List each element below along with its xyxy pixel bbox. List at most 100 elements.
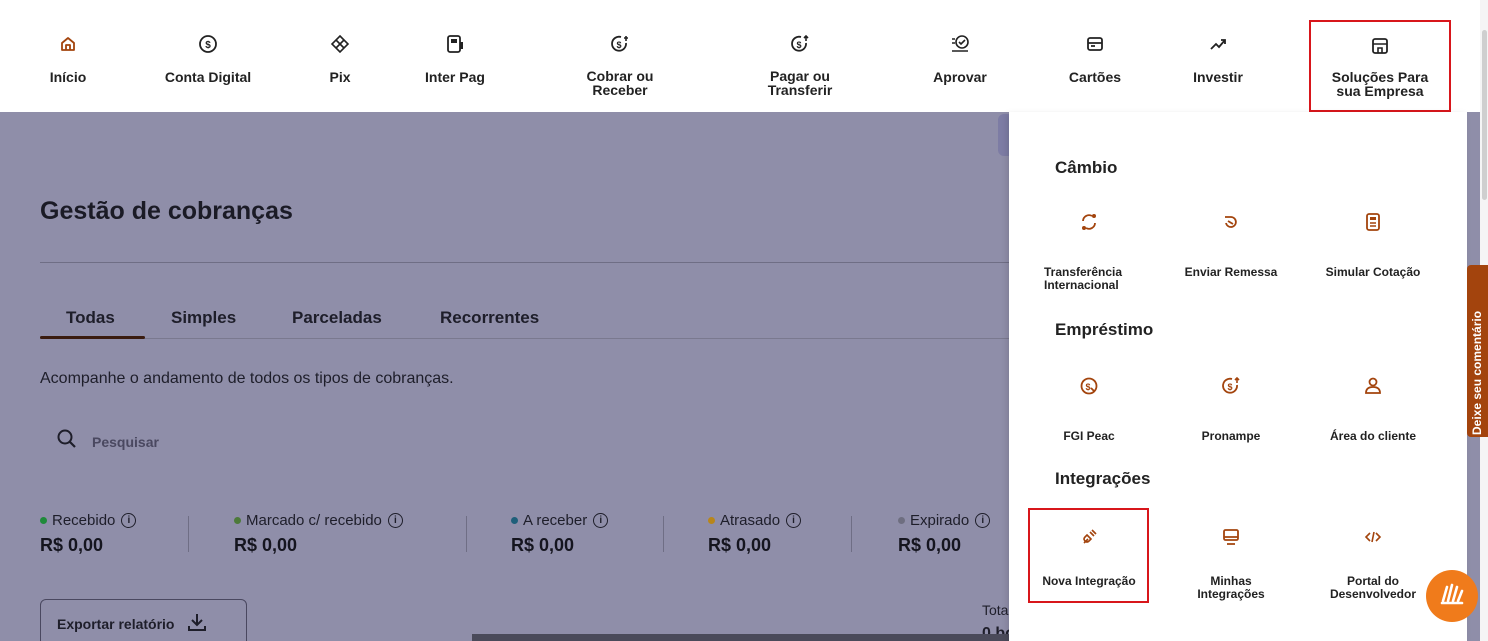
dollar-circle-icon: $	[198, 34, 218, 54]
stat-divider	[188, 516, 189, 552]
stat-value: R$ 0,00	[708, 535, 772, 555]
stat-label: Atrasado	[720, 512, 781, 529]
scrollbar-thumb[interactable]	[1482, 30, 1487, 200]
search-placeholder: Pesquisar	[92, 433, 159, 450]
nav-label: Aprovar	[933, 69, 987, 85]
card-icon	[1085, 34, 1105, 54]
svg-text:$: $	[616, 40, 621, 50]
nav-pix[interactable]: Pix	[310, 0, 370, 112]
stat-value: R$ 0,00	[511, 535, 575, 555]
tab-todas[interactable]: Todas	[66, 308, 115, 328]
nav-investir[interactable]: Investir	[1178, 0, 1258, 112]
tab-simples[interactable]: Simples	[171, 308, 236, 328]
nav-aprovar[interactable]: Aprovar	[920, 0, 1000, 112]
trend-up-icon	[1208, 34, 1228, 54]
menu-item-label: Enviar Remessa	[1184, 265, 1278, 279]
svg-text:$: $	[205, 40, 211, 51]
nav-inter-pag[interactable]: Inter Pag	[415, 0, 495, 112]
menu-item-minhas-integracoes[interactable]: Minhas Integrações	[1166, 527, 1296, 601]
export-report-button[interactable]: Exportar relatório	[40, 599, 247, 641]
menu-item-enviar-remessa[interactable]: Enviar Remessa	[1166, 212, 1296, 292]
svg-text:$: $	[796, 40, 801, 50]
stat-label: A receber	[523, 512, 588, 529]
store-icon	[1370, 36, 1390, 56]
stat-divider	[851, 516, 852, 552]
pos-terminal-icon	[445, 34, 465, 54]
nav-pagar-transferir[interactable]: $ Pagar ou Transferir	[745, 0, 855, 112]
nav-label: Cobrar ou Receber	[587, 69, 654, 97]
menu-item-label: Simular Cotação	[1325, 265, 1421, 279]
active-tab-indicator	[40, 336, 145, 339]
nav-cobrar-receber[interactable]: $ Cobrar ou Receber	[565, 0, 675, 112]
section-title-cambio: Câmbio	[1055, 158, 1118, 177]
stat-value: R$ 0,00	[40, 535, 104, 555]
info-icon[interactable]: i	[593, 513, 609, 528]
info-icon[interactable]: i	[786, 513, 802, 528]
menu-item-simular-cotacao[interactable]: Simular Cotação	[1308, 212, 1438, 292]
nav-label: Pagar ou Transferir	[768, 69, 833, 97]
nav-cartoes[interactable]: Cartões	[1055, 0, 1135, 112]
nav-inicio[interactable]: Início	[38, 0, 98, 112]
menu-item-label: FGI Peac	[1063, 429, 1115, 443]
exchange-icon	[1079, 212, 1099, 232]
menu-item-pronampe[interactable]: $ Pronampe	[1166, 376, 1296, 446]
menu-item-nova-integracao[interactable]: Nova Integração	[1024, 527, 1154, 597]
page-title: Gestão de cobranças	[40, 197, 293, 225]
tabs-divider	[40, 338, 1030, 339]
receive-money-icon: $	[610, 34, 630, 54]
user-icon	[1363, 376, 1383, 396]
nav-solucoes-empresa[interactable]: Soluções Para sua Empresa	[1309, 20, 1451, 112]
stat-expirado: Expirado i R$ 0,00	[898, 512, 991, 556]
svg-text:$: $	[1085, 382, 1090, 392]
status-dot	[708, 517, 715, 524]
nav-label: Conta Digital	[164, 69, 252, 85]
feedback-tab[interactable]: Deixe seu comentário	[1467, 265, 1488, 437]
info-icon[interactable]: i	[121, 513, 137, 528]
chat-assistant-button[interactable]	[1426, 570, 1478, 622]
menu-item-fgi-peac[interactable]: $ FGI Peac	[1024, 376, 1154, 446]
nav-label: Inter Pag	[425, 69, 485, 85]
feedback-label: Deixe seu comentário	[1470, 310, 1484, 435]
stat-label: Recebido	[52, 512, 116, 529]
nav-label: Soluções Para sua Empresa	[1332, 70, 1429, 98]
search-field[interactable]: Pesquisar	[56, 428, 159, 455]
stat-divider	[466, 516, 467, 552]
nav-conta-digital[interactable]: $ Conta Digital	[148, 0, 268, 112]
section-title-integracoes: Integrações	[1055, 469, 1151, 488]
menu-item-label: Transferência Internacional	[1024, 266, 1154, 292]
info-icon[interactable]: i	[975, 513, 991, 528]
send-money-icon: $	[790, 34, 810, 54]
nav-label-line: Receber	[592, 82, 648, 98]
approve-icon	[950, 34, 970, 54]
stat-a-receber: A receber i R$ 0,00	[511, 512, 609, 556]
home-icon	[58, 34, 78, 54]
tab-parceladas[interactable]: Parceladas	[292, 308, 382, 328]
label-line: Internacional	[1044, 278, 1119, 292]
nav-label-line: Transferir	[767, 82, 833, 98]
label-line: Transferência	[1044, 265, 1123, 279]
stat-recebido: Recebido i R$ 0,00	[40, 512, 137, 556]
send-remittance-icon	[1221, 212, 1241, 232]
menu-item-label: Portal do Desenvolvedor	[1308, 575, 1438, 601]
menu-item-label: Área do cliente	[1329, 429, 1417, 443]
top-navigation: Início $ Conta Digital Pix Inter Pag $ C…	[0, 0, 1480, 112]
nav-label: Investir	[1193, 69, 1243, 85]
stat-value: R$ 0,00	[898, 535, 962, 555]
status-dot	[40, 517, 47, 524]
label-line: Minhas	[1210, 574, 1252, 588]
menu-item-transferencia-internacional[interactable]: Transferência Internacional	[1024, 212, 1154, 292]
pix-icon	[330, 34, 350, 54]
nav-label: Início	[49, 69, 87, 85]
menu-item-area-cliente[interactable]: Área do cliente	[1308, 376, 1438, 446]
stat-value: R$ 0,00	[234, 535, 298, 555]
menu-item-portal-desenvolvedor[interactable]: Portal do Desenvolvedor	[1308, 527, 1438, 601]
hand-wave-icon	[1437, 579, 1467, 614]
nav-label: Pix	[329, 69, 351, 85]
money-up-icon: $	[1221, 376, 1241, 396]
tab-recorrentes[interactable]: Recorrentes	[440, 308, 539, 328]
status-dot	[898, 517, 905, 524]
download-icon	[186, 611, 208, 638]
info-icon[interactable]: i	[387, 513, 403, 528]
horizontal-scrollbar[interactable]	[472, 634, 1012, 641]
monitor-icon	[1221, 527, 1241, 547]
